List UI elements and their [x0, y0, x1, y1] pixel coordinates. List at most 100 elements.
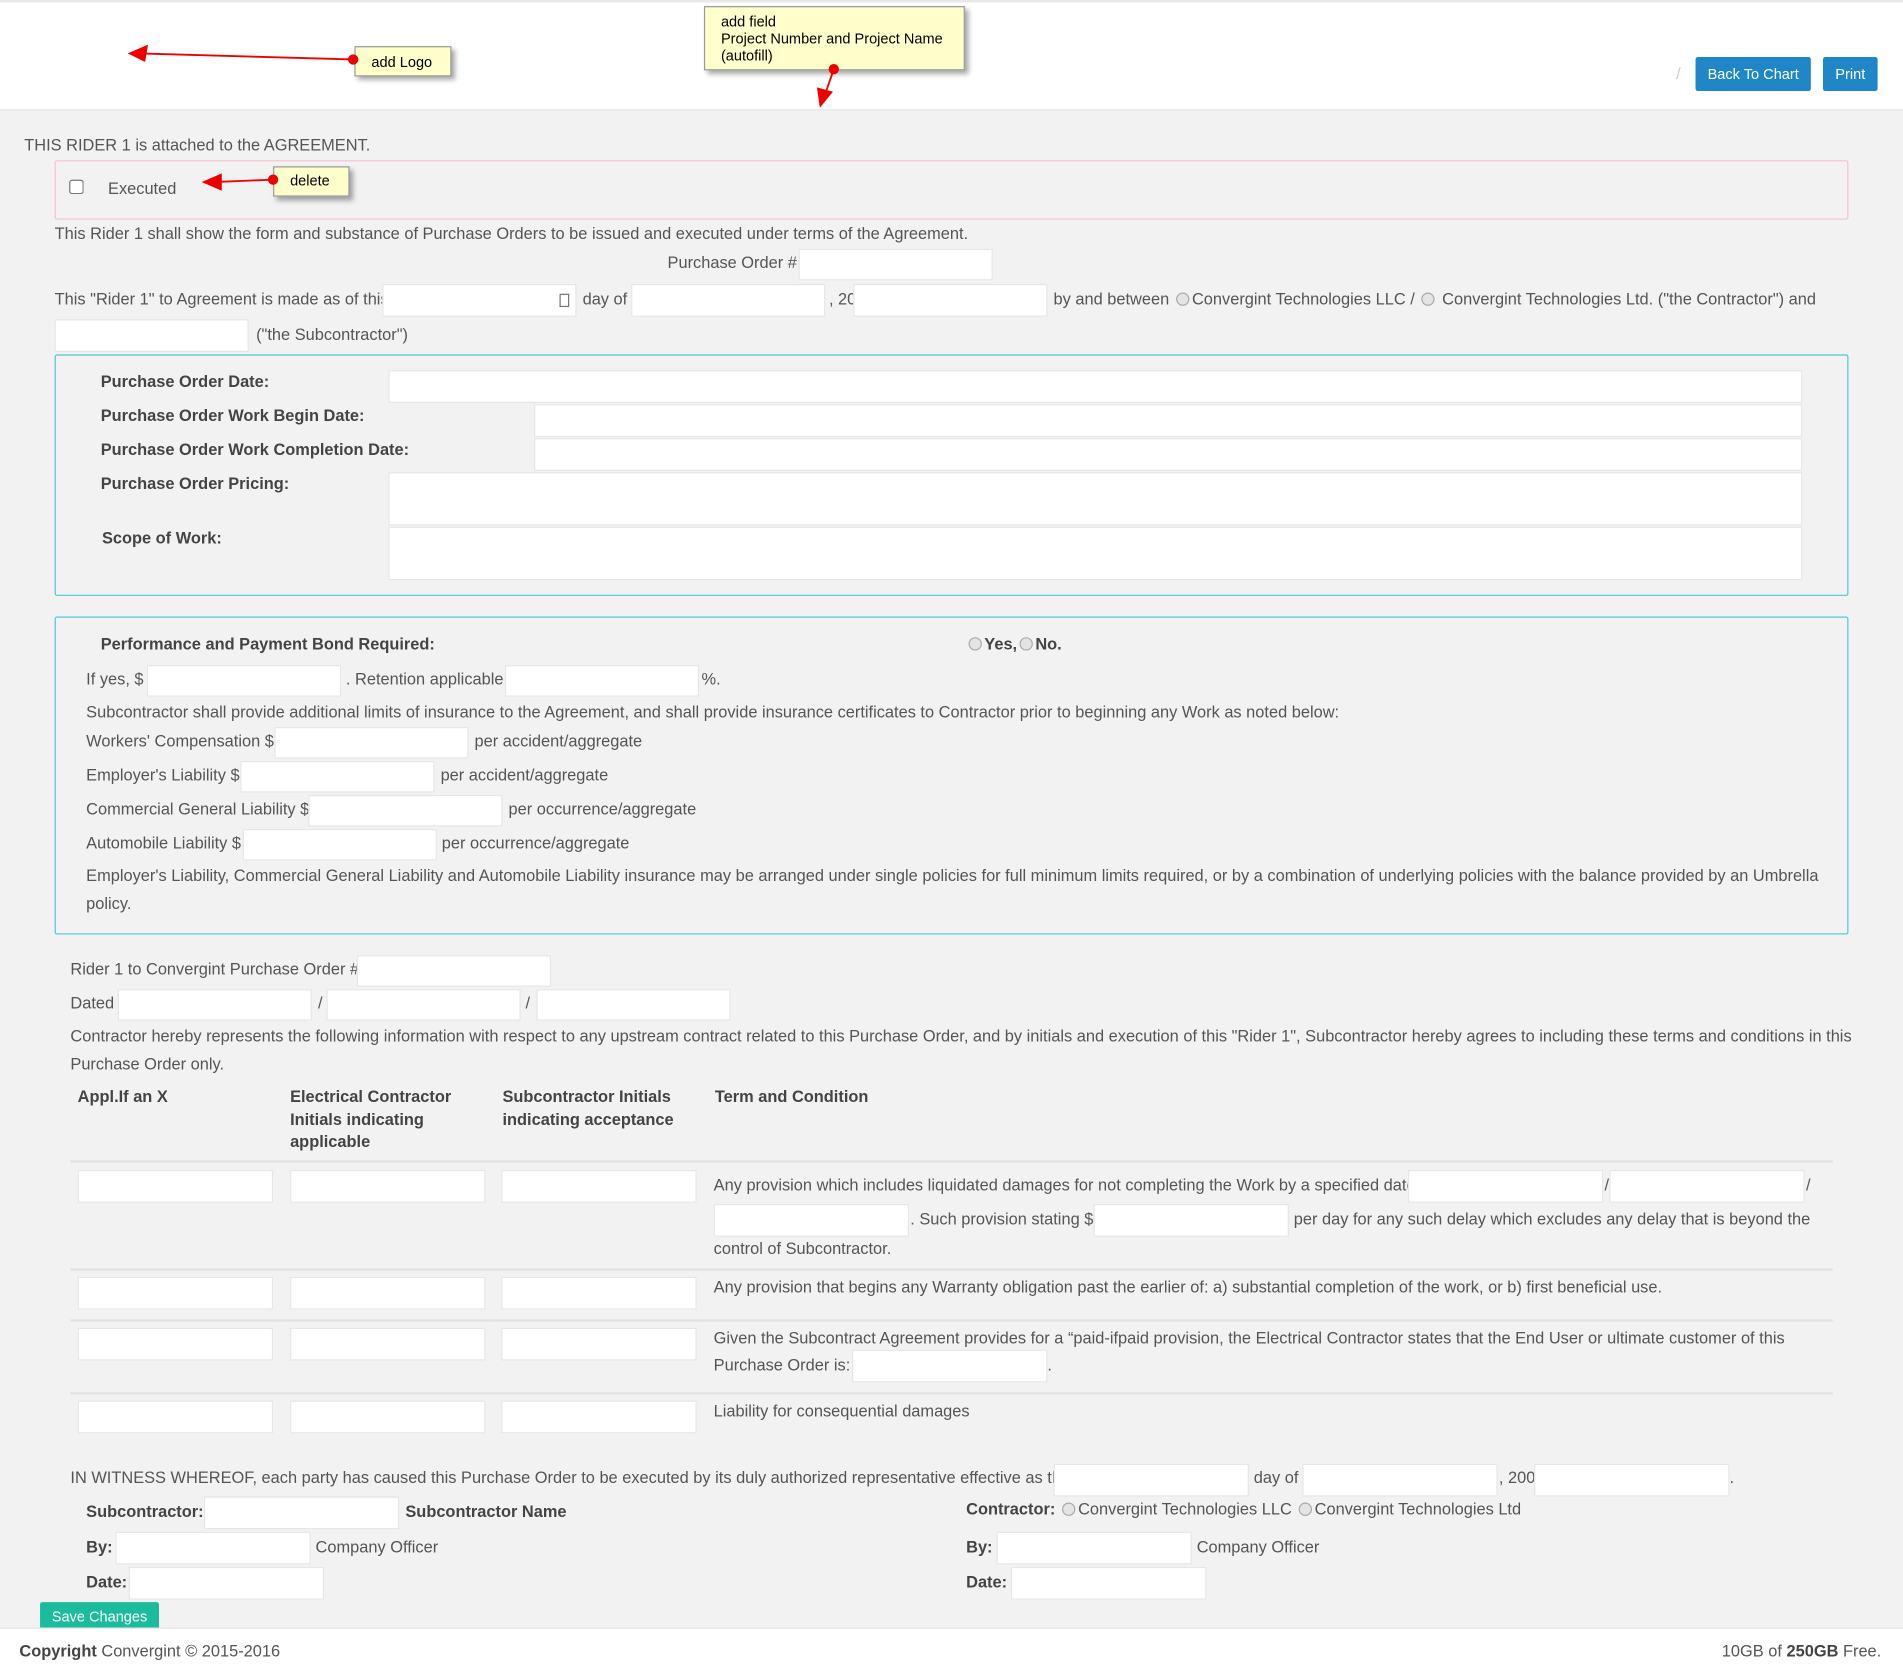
- row3-appl-input[interactable]: [77, 1327, 274, 1361]
- con-by-label: By:: [966, 1537, 993, 1556]
- subcontractor-name-label: Subcontractor Name: [405, 1502, 567, 1521]
- con-date-input[interactable]: [1011, 1566, 1207, 1600]
- col-header-sub-initials: Subcontractor Initials indicating accepta…: [502, 1086, 673, 1131]
- dated-year-input[interactable]: [536, 989, 731, 1021]
- scope-textarea[interactable]: [388, 526, 1803, 581]
- row1-date-day-input[interactable]: [1609, 1170, 1805, 1203]
- agreement-month-input[interactable]: [631, 284, 826, 317]
- employer-liability-input[interactable]: [240, 760, 435, 793]
- contractor-ltd-radio[interactable]: [1421, 292, 1436, 306]
- col-header-appl: Appl.If an X: [77, 1087, 168, 1106]
- sub-by-input[interactable]: [115, 1531, 311, 1565]
- date-slash: /: [525, 994, 531, 1013]
- row1-date-year-input[interactable]: [713, 1203, 910, 1237]
- footer: Copyright Convergint © 2015-2016 10GB of…: [0, 1627, 1903, 1677]
- dated-month-input[interactable]: [117, 989, 312, 1021]
- row3-ec-initials-input[interactable]: [290, 1327, 486, 1361]
- copyright-brand: Convergint © 2015-2016: [101, 1642, 281, 1661]
- row2-ec-initials-input[interactable]: [290, 1276, 486, 1310]
- contractor-label: Contractor:: [966, 1500, 1056, 1519]
- date-slash: /: [317, 994, 323, 1013]
- row1-sub-initials-input[interactable]: [501, 1170, 697, 1203]
- bond-amount-input[interactable]: [146, 665, 342, 697]
- agreement-year-input[interactable]: [853, 284, 1048, 317]
- row1-amount-input[interactable]: [1093, 1203, 1289, 1237]
- period: .: [1047, 1355, 1052, 1374]
- po-date-input[interactable]: [388, 370, 1803, 403]
- row3-term-text: Given the Subcontract Agreement provides…: [713, 1329, 1785, 1348]
- sub-date-input[interactable]: [128, 1566, 325, 1600]
- back-to-chart-button[interactable]: Back To Chart: [1695, 57, 1811, 92]
- header-line: Initials indicating: [290, 1109, 424, 1129]
- witness-text: IN WITNESS WHEREOF, each party has cause…: [70, 1468, 1073, 1487]
- print-button[interactable]: Print: [1822, 57, 1878, 92]
- auto-liability-suffix: per occurrence/aggregate: [441, 833, 630, 853]
- made-as-of-label: This "Rider 1" to Agreement is made as o…: [54, 290, 389, 309]
- po-begin-input[interactable]: [534, 404, 1803, 437]
- period: .: [1729, 1468, 1735, 1487]
- row4-appl-input[interactable]: [77, 1400, 274, 1434]
- row1-date-month-input[interactable]: [1407, 1170, 1604, 1203]
- workers-comp-input[interactable]: [274, 727, 469, 759]
- row3-end-user-input[interactable]: [852, 1349, 1048, 1383]
- table-divider: [70, 1319, 1833, 1322]
- if-yes-label: If yes, $: [86, 669, 144, 689]
- po-pricing-textarea[interactable]: [388, 472, 1803, 526]
- option-llc-label: Convergint Technologies LLC /: [1191, 290, 1415, 309]
- dated-label: Dated: [70, 994, 115, 1013]
- row4-ec-initials-input[interactable]: [290, 1400, 486, 1434]
- retention-label: . Retention applicable: [345, 669, 504, 689]
- agreement-date-input[interactable]: [382, 284, 577, 317]
- comma-20-label: , 20: [828, 290, 857, 309]
- dated-day-input[interactable]: [326, 989, 521, 1021]
- row3-sub-initials-input[interactable]: [501, 1327, 697, 1361]
- day-of-label: day of: [582, 290, 628, 309]
- bond-yes-radio[interactable]: [968, 637, 982, 651]
- bond-no-radio[interactable]: [1019, 637, 1033, 651]
- executed-checkbox[interactable]: [69, 179, 84, 195]
- contractor-llc-radio[interactable]: [1176, 292, 1190, 306]
- sub-company-officer: Company Officer: [315, 1537, 439, 1556]
- bond-no-label: No.: [1035, 634, 1062, 653]
- row1-appl-input[interactable]: [77, 1170, 274, 1203]
- row1-ec-initials-input[interactable]: [290, 1170, 486, 1203]
- row4-sub-initials-input[interactable]: [501, 1400, 697, 1434]
- subcontractor-sign-input[interactable]: [203, 1496, 400, 1530]
- cgl-input[interactable]: [308, 794, 503, 827]
- contractor-ltd-radio[interactable]: [1298, 1502, 1313, 1516]
- ltd-label: Convergint Technologies Ltd: [1314, 1500, 1522, 1519]
- rider-po-input[interactable]: [356, 955, 552, 987]
- subcontractor-input[interactable]: [54, 319, 249, 352]
- po-completion-input[interactable]: [534, 438, 1803, 471]
- contractor-llc-radio[interactable]: [1062, 1502, 1076, 1516]
- col-header-ec-initials: Electrical Contractor Initials indicating…: [290, 1086, 451, 1153]
- row2-appl-input[interactable]: [77, 1276, 274, 1310]
- storage-info: 10GB of 250GB Free.: [1722, 1641, 1881, 1663]
- row2-sub-initials-input[interactable]: [501, 1276, 697, 1310]
- retention-input[interactable]: [504, 665, 700, 697]
- annotation-add-logo: add Logo: [354, 46, 452, 77]
- workers-comp-suffix: per accident/aggregate: [474, 731, 643, 751]
- row1-term-text: Any provision which includes liquidated …: [713, 1176, 1421, 1195]
- executed-panel: [54, 160, 1849, 220]
- po-number-label: Purchase Order #: [667, 253, 797, 272]
- rider-paragraph-cont: Purchase Order only.: [70, 1054, 225, 1073]
- calendar-icon[interactable]: [559, 293, 570, 308]
- col-header-term: Term and Condition: [714, 1087, 869, 1106]
- bond-label: Performance and Payment Bond Required:: [100, 634, 435, 653]
- witness-year-input[interactable]: [1534, 1463, 1730, 1497]
- con-by-input[interactable]: [996, 1531, 1192, 1565]
- bond-options: Yes, No.: [966, 634, 1062, 656]
- witness-month-input[interactable]: [1302, 1463, 1498, 1497]
- po-number-input[interactable]: [798, 248, 993, 281]
- date-slash: /: [1805, 1176, 1811, 1195]
- subcontractor-label: ("the Subcontractor"): [256, 325, 408, 344]
- header-line: indicating acceptance: [502, 1109, 674, 1129]
- auto-liability-input[interactable]: [242, 828, 437, 861]
- employer-liability-suffix: per accident/aggregate: [440, 765, 609, 785]
- insurance-note: Employer's Liability, Commercial General…: [86, 866, 1819, 885]
- witness-day-input[interactable]: [1053, 1463, 1249, 1497]
- annotation-add-field: add field Project Number and Project Nam…: [703, 6, 965, 71]
- annotation-line: Project Number and Project Name: [720, 30, 943, 48]
- witness-200: , 200: [1498, 1468, 1536, 1487]
